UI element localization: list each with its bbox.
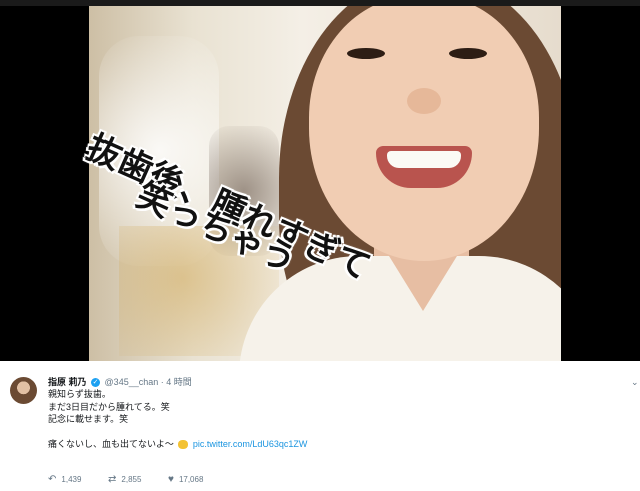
retweet-button[interactable]: ⇄ 2,855 <box>108 474 141 485</box>
handle[interactable]: @345__chan <box>105 377 159 387</box>
time-separator: · <box>160 377 164 387</box>
photo-nose <box>407 88 441 114</box>
retweet-count: 2,855 <box>121 475 142 484</box>
tweet-header: 指原 莉乃 ✓ @345__chan · 4 時間 <box>48 375 192 388</box>
photo-vneck <box>389 256 457 311</box>
photo-face <box>309 6 539 261</box>
avatar[interactable] <box>10 377 37 404</box>
like-button[interactable]: ♥ 17,068 <box>168 474 203 485</box>
photo-eye-right <box>449 48 487 59</box>
timestamp[interactable]: 4 時間 <box>166 377 192 387</box>
caret-down-icon[interactable]: ⌄ <box>631 377 639 388</box>
verified-badge-icon: ✓ <box>91 378 101 388</box>
reply-icon: ↶ <box>48 474 57 485</box>
tweet-line: まだ3日目だから腫れてる。笑 <box>48 401 170 412</box>
tweet: 指原 莉乃 ✓ @345__chan · 4 時間 ⌄ 親知らず抜歯。 まだ3日… <box>0 361 640 491</box>
tweet-link[interactable]: pic.twitter.com/LdU63qc1ZW <box>193 439 308 449</box>
reply-count: 1,439 <box>61 475 82 484</box>
tweet-line-last: 痛くないし、血も出てないよ〜 pic.twitter.com/LdU63qc1Z… <box>48 438 608 451</box>
retweet-icon: ⇄ <box>108 474 117 485</box>
tweet-media[interactable]: 抜歯後、腫れすぎて 笑っちゃう <box>0 0 640 361</box>
like-count: 17,068 <box>178 475 204 484</box>
like-icon: ♥ <box>168 474 174 485</box>
display-name[interactable]: 指原 莉乃 <box>48 377 87 387</box>
reply-button[interactable]: ↶ 1,439 <box>48 474 81 485</box>
clap-emoji-icon <box>178 439 189 449</box>
tweet-line: 記念に載せます。笑 <box>48 414 129 424</box>
tweet-text: 親知らず抜歯。 まだ3日目だから腫れてる。笑 記念に載せます。笑 痛くないし、血… <box>48 388 608 450</box>
photo-eye-left <box>347 48 385 59</box>
tweet-line: 親知らず抜歯。 <box>48 389 111 399</box>
tweet-line-text: 痛くないし、血も出てないよ〜 <box>48 438 174 449</box>
photo-teeth <box>387 151 461 168</box>
